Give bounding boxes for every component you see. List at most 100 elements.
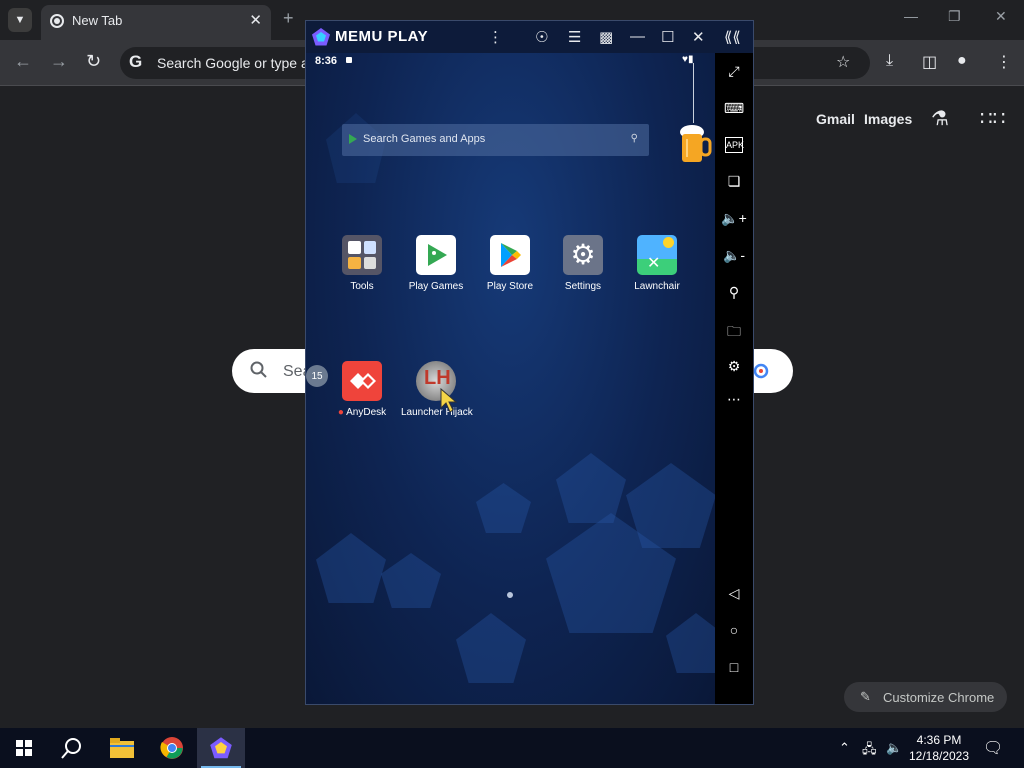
- app-settings[interactable]: ⚙ Settings: [548, 235, 618, 292]
- tab-search-button[interactable]: ▼: [8, 8, 32, 32]
- clock-date: 12/18/2023: [908, 749, 970, 763]
- windows-logo-icon: [16, 740, 32, 756]
- close-window-icon[interactable]: ✕: [995, 8, 1007, 25]
- hamburger-menu-icon[interactable]: ☰: [568, 28, 581, 46]
- app-launcher-hijack[interactable]: LH Launcher Hijack: [401, 361, 473, 418]
- labs-flask-icon[interactable]: ⚗: [931, 106, 949, 131]
- taskbar-chrome[interactable]: [148, 728, 196, 768]
- folder-icon: [110, 738, 134, 758]
- app-label: Settings: [564, 281, 602, 292]
- taskbar-file-explorer[interactable]: [98, 728, 146, 768]
- app-anydesk[interactable]: ● AnyDesk: [327, 361, 397, 418]
- collapse-sidebar-icon[interactable]: ⟪⟪: [724, 28, 741, 46]
- bg-pentagon: [316, 533, 386, 603]
- memu-sidebar: ⤢ ⌨ APK ❏ 🔈+ 🔈- ⚲ 🗀 ⚙ ⋯ ◁ ○ □: [715, 53, 753, 704]
- keyboard-icon[interactable]: ⌨: [715, 100, 753, 117]
- settings-gear-icon: ⚙: [563, 235, 603, 275]
- customize-chrome-button[interactable]: ✎ Customize Chrome: [844, 682, 1007, 712]
- page-indicator[interactable]: [507, 592, 513, 598]
- gmail-link[interactable]: Gmail: [816, 111, 855, 127]
- mouse-cursor-icon: [440, 388, 458, 413]
- new-tab-button[interactable]: +: [283, 8, 294, 29]
- minimize-icon[interactable]: —: [630, 28, 645, 45]
- folder-icon[interactable]: 🗀: [715, 321, 753, 345]
- memu-logo-icon: [312, 28, 330, 46]
- app-lawnchair[interactable]: ✕ Lawnchair: [622, 235, 692, 292]
- app-label: Lawnchair: [634, 281, 680, 292]
- chrome-favicon-icon: [50, 14, 64, 28]
- bg-pentagon: [476, 483, 531, 533]
- bg-pentagon: [556, 453, 626, 523]
- app-search-bar[interactable]: Search Games and Apps ⚲: [342, 124, 649, 156]
- bg-pentagon: [666, 613, 715, 673]
- taskbar-memu[interactable]: [197, 728, 245, 768]
- tools-folder-icon: [342, 235, 382, 275]
- account-icon[interactable]: ☉: [535, 28, 548, 46]
- play-store-icon: [490, 235, 530, 275]
- new-app-dot-icon: ●: [337, 407, 344, 418]
- memu-window: MEMU PLAY ⋮ ☉ ☰ ▩ — ☐ ✕ ⟪⟪ 8:36 ♥▮ Searc…: [305, 20, 754, 705]
- close-tab-icon[interactable]: ✕: [249, 11, 262, 29]
- back-icon[interactable]: ◁: [715, 585, 753, 602]
- windows-taskbar: ⌃ 🖧 🔈 4:36 PM 12/18/2023 🗨: [0, 728, 1024, 768]
- download-icon[interactable]: ⤓: [886, 52, 893, 70]
- google-lens-icon[interactable]: [752, 362, 770, 380]
- kebab-menu-icon[interactable]: ⋮: [488, 28, 503, 46]
- home-icon[interactable]: ○: [715, 622, 753, 638]
- taskbar-clock[interactable]: 4:36 PM 12/18/2023: [904, 732, 974, 764]
- forward-arrow-icon[interactable]: →: [50, 51, 68, 72]
- restore-icon[interactable]: ❐: [948, 8, 961, 25]
- back-arrow-icon[interactable]: ←: [14, 51, 32, 72]
- side-panel-icon[interactable]: ◫: [922, 52, 937, 72]
- play-triangle-icon: [349, 134, 357, 144]
- volume-down-icon[interactable]: 🔈-: [715, 247, 753, 264]
- images-link[interactable]: Images: [864, 111, 912, 127]
- start-button[interactable]: [0, 728, 48, 768]
- settings-icon[interactable]: ⚙: [715, 358, 753, 375]
- minimize-icon[interactable]: —: [904, 8, 918, 24]
- maximize-icon[interactable]: ☐: [661, 28, 674, 46]
- memu-title-bar[interactable]: MEMU PLAY ⋮ ☉ ☰ ▩ — ☐ ✕ ⟪⟪: [306, 21, 753, 53]
- more-icon[interactable]: ⋯: [715, 391, 753, 408]
- menu-kebab-icon[interactable]: ⋮: [996, 52, 1012, 72]
- pencil-icon: ✎: [860, 689, 871, 704]
- bookmark-star-icon[interactable]: ☆: [836, 52, 850, 72]
- recents-icon[interactable]: □: [715, 659, 753, 675]
- search-icon: ⚲: [630, 133, 638, 144]
- notification-count-badge[interactable]: 15: [306, 365, 328, 387]
- show-hidden-icons-icon[interactable]: ⌃: [839, 740, 850, 756]
- reload-icon[interactable]: ↻: [86, 51, 101, 72]
- app-label: Play Games: [408, 281, 464, 292]
- play-games-icon: [416, 235, 456, 275]
- tether-line: [693, 63, 694, 123]
- notification-center-icon[interactable]: 🗨: [983, 738, 1003, 758]
- app-play-games[interactable]: Play Games: [401, 235, 471, 292]
- taskbar-search-button[interactable]: [48, 728, 96, 768]
- lawnchair-icon: ✕: [637, 235, 677, 275]
- network-icon[interactable]: 🖧: [862, 740, 877, 762]
- volume-muted-icon[interactable]: 🔈: [886, 740, 902, 756]
- app-tools[interactable]: Tools: [327, 235, 397, 292]
- android-home-screen: 8:36 ♥▮ Search Games and Apps ⚲ Tools Pl…: [306, 53, 715, 704]
- apk-icon[interactable]: APK: [725, 137, 744, 153]
- tab-new-tab[interactable]: New Tab ✕: [41, 5, 271, 40]
- app-play-store[interactable]: Play Store: [475, 235, 545, 292]
- bg-pentagon: [381, 553, 441, 608]
- anydesk-icon: [342, 361, 382, 401]
- omnibox-text: Search Google or type a: [157, 55, 309, 71]
- apps-grid-icon[interactable]: ∷∷: [980, 106, 1005, 131]
- search-icon: [250, 361, 267, 378]
- beer-mug-icon[interactable]: [678, 123, 712, 165]
- google-g-icon: G: [129, 52, 143, 71]
- profile-avatar-icon[interactable]: ●: [957, 52, 967, 70]
- volume-up-icon[interactable]: 🔈+: [715, 210, 753, 227]
- app-label: ● AnyDesk: [327, 407, 397, 418]
- multi-instance-icon[interactable]: ❏: [715, 173, 753, 190]
- close-icon[interactable]: ✕: [692, 28, 705, 46]
- app-label-text: AnyDesk: [346, 407, 387, 418]
- chrome-icon: [160, 737, 183, 759]
- location-icon[interactable]: ⚲: [715, 284, 753, 301]
- tab-title: New Tab: [72, 13, 123, 28]
- fullscreen-icon[interactable]: ⤢: [715, 63, 753, 80]
- screen-cast-icon[interactable]: ▩: [599, 28, 613, 46]
